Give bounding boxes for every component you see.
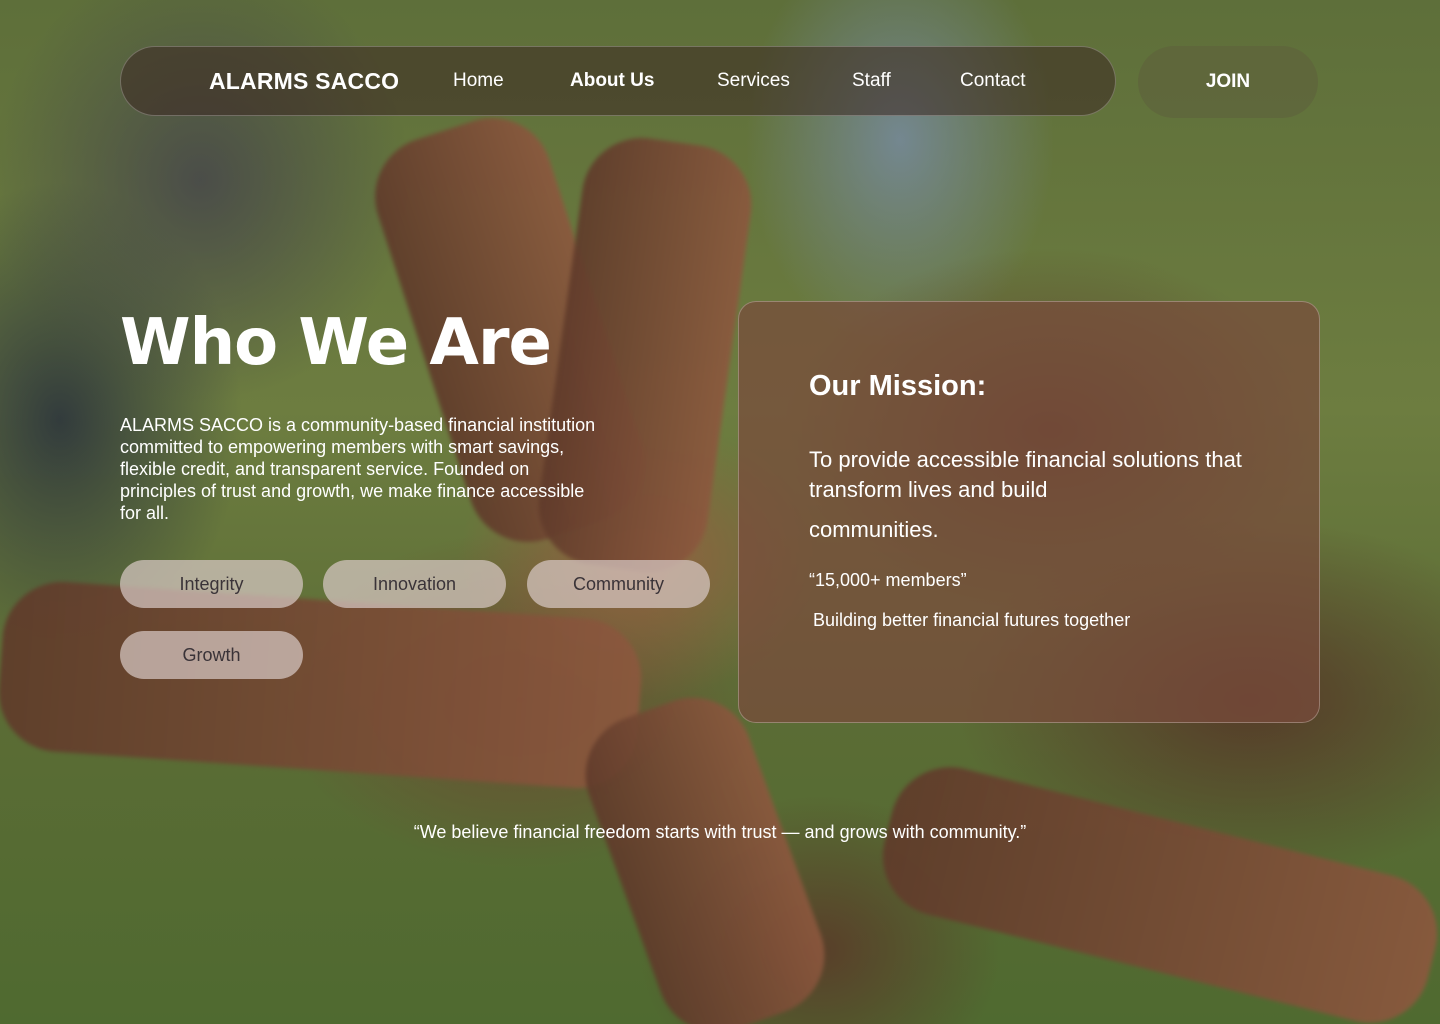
mission-card: Our Mission: To provide accessible finan… — [738, 301, 1320, 723]
mission-title: Our Mission: — [809, 370, 987, 402]
mission-statement-main: To provide accessible financial solution… — [809, 447, 1242, 502]
value-pill-growth: Growth — [120, 631, 303, 679]
top-navigation: ALARMS SACCO Home About Us Services Staf… — [120, 46, 1116, 116]
nav-link-contact[interactable]: Contact — [960, 70, 1025, 92]
mission-statement-last: communities. — [809, 517, 939, 542]
mission-statement: To provide accessible financial solution… — [809, 445, 1249, 545]
brand-logo[interactable]: ALARMS SACCO — [209, 68, 399, 95]
nav-link-staff[interactable]: Staff — [852, 70, 891, 92]
community-quote: “We believe financial freedom starts wit… — [413, 822, 1027, 842]
members-stat: “15,000+ members” — [809, 570, 967, 590]
nav-link-home[interactable]: Home — [453, 70, 504, 92]
page-title: Who We Are — [120, 306, 552, 380]
nav-link-about-us[interactable]: About Us — [570, 70, 654, 92]
join-button[interactable]: JOIN — [1138, 46, 1318, 118]
value-pill-community: Community — [527, 560, 710, 608]
intro-paragraph: ALARMS SACCO is a community-based financ… — [120, 415, 596, 523]
nav-link-services[interactable]: Services — [717, 70, 790, 92]
mission-tagline: Building better financial futures togeth… — [813, 610, 1131, 630]
value-pill-innovation: Innovation — [323, 560, 506, 608]
value-pill-integrity: Integrity — [120, 560, 303, 608]
about-page: ALARMS SACCO Home About Us Services Staf… — [0, 0, 1440, 1024]
